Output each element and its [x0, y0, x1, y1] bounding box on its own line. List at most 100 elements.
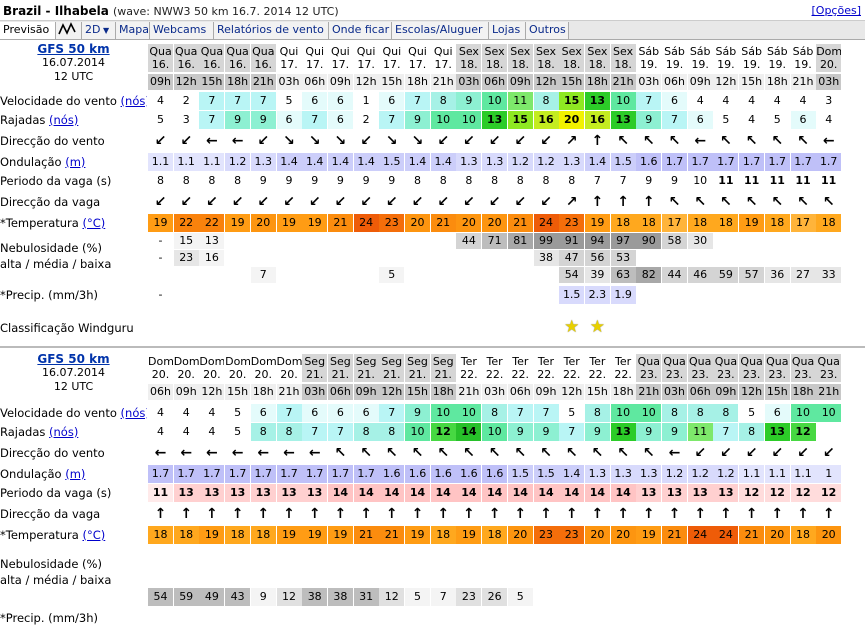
hour-cell: 09h [353, 384, 379, 400]
day-date: 21. [331, 368, 350, 381]
wave-period-2-cell: 14 [610, 484, 636, 502]
cloud-low-2-cell [791, 588, 816, 606]
wave-period-cell: 9 [302, 172, 328, 190]
wave-period-2-label-text: Periodo da vaga (s) [0, 486, 112, 500]
cloud-low-cell [174, 267, 199, 283]
swell-2-cell: 1.4 [559, 465, 585, 483]
wave-direction-arrow-icon: ↗ [565, 194, 578, 210]
day-cell: Ter 22. [507, 354, 533, 382]
gusts-2-unit-link[interactable]: (nós) [49, 425, 78, 439]
wave-period-2-cell: 14 [482, 484, 508, 502]
temperature-2-cell: 20 [610, 526, 636, 544]
cloud-low-cell: 63 [610, 267, 636, 283]
cloud-low-2-cell: 49 [199, 588, 225, 606]
day-cell: Qui 17. [430, 44, 456, 72]
temperature-unit-link[interactable]: (°C) [82, 216, 105, 230]
wind-speed-unit-link[interactable]: (nós) [121, 94, 147, 108]
cloud-low-2-cell: 31 [353, 588, 379, 606]
hour-cell: 21h [250, 74, 276, 90]
swell-2-cell: 1.1 [764, 465, 790, 483]
cloud-low-cell [354, 267, 379, 283]
wind-direction-arrow-icon: ← [822, 133, 835, 149]
temperature-cell: 24 [353, 214, 379, 232]
wind-speed-2-cell: 8 [662, 404, 687, 422]
day-name: Sáb [766, 45, 788, 58]
day-cell: Dom 20. [173, 354, 199, 382]
day-date: 19. [768, 58, 787, 71]
cloud-mid-cell [302, 250, 327, 266]
tab-previsao[interactable]: Previsão [0, 22, 56, 39]
swell-2-unit-link[interactable]: (m) [65, 467, 85, 481]
day-name: Dom [173, 355, 199, 368]
temperature-cell: 17 [790, 214, 816, 232]
hour-cell: 03h [302, 384, 328, 400]
tab-escolas[interactable]: Escolas/Aluguer [392, 22, 489, 39]
cloud-low-2-cell: 7 [430, 588, 456, 606]
hour-cell: 06h [148, 384, 173, 400]
wave-period-cell: 11 [739, 172, 765, 190]
wave-period-2-cell: 13 [687, 484, 713, 502]
wave-direction-arrow-icon: ↖ [668, 194, 681, 210]
tab-2d[interactable]: 2D ▼ [82, 22, 116, 39]
hour-cell: 12h [533, 74, 559, 90]
swell-unit-link[interactable]: (m) [65, 155, 85, 169]
wind-speed-2-cell: 10 [816, 404, 842, 422]
temperature-2-unit-link[interactable]: (°C) [82, 528, 105, 542]
wind-direction-2-arrow-icon: ↖ [360, 445, 372, 461]
cloud-low-cell [199, 267, 224, 283]
day-name: Sex [458, 45, 479, 58]
cloud-mid-cell [379, 250, 404, 266]
options-link[interactable]: [Opções] [812, 4, 862, 17]
wind-direction-arrow-icon: ↙ [257, 133, 270, 149]
wave-direction-arrow-icon: ↙ [206, 194, 218, 210]
tab-outros[interactable]: Outros [526, 22, 569, 39]
gusts-2-cell: 9 [507, 423, 533, 441]
day-date: 23. [640, 368, 658, 381]
wind-direction-label-text: Direcção do vento [0, 134, 105, 148]
swell-cell: 1.4 [327, 153, 353, 171]
graph-icon[interactable] [56, 22, 82, 39]
tab-relatorios[interactable]: Relatórios de vento [214, 22, 329, 39]
wind-speed-2-unit-link[interactable]: (nós) [121, 406, 147, 420]
wind-direction-2-arrow-icon: ↖ [411, 445, 424, 461]
wind-direction-2-arrow-icon: ↖ [514, 445, 527, 461]
temperature-2-cell: 18 [225, 526, 251, 544]
tab-webcams[interactable]: Webcams [150, 22, 214, 39]
day-date: 18. [511, 58, 530, 71]
day-date: 16. [177, 58, 195, 71]
tab-mapa[interactable]: Mapa [116, 22, 150, 39]
wind-direction-arrow-icon: ↙ [540, 133, 552, 149]
tab-lojas[interactable]: Lojas [489, 22, 526, 39]
cloud-mid-cell [816, 250, 841, 266]
day-cell: Dom 20. [816, 44, 842, 72]
cloud-low-cell [431, 267, 456, 283]
cloud-low-2-cell: 12 [379, 588, 405, 606]
wind-speed-2-cell: 4 [173, 404, 199, 422]
wind-speed-2-cell: 6 [327, 404, 353, 422]
model-link[interactable]: GFS 50 km [0, 352, 147, 366]
model-link[interactable]: GFS 50 km [0, 42, 147, 56]
cloud-low-cell: 36 [764, 267, 790, 283]
day-date: 22. [460, 368, 478, 381]
gusts-cell: 10 [456, 111, 482, 129]
day-date: 17. [331, 58, 350, 71]
wind-speed-cell: 4 [713, 92, 739, 110]
tab-onde-ficar[interactable]: Onde ficar [329, 22, 392, 39]
wind-speed-cell: 11 [507, 92, 533, 110]
wind-direction-arrow-icon: ↖ [797, 133, 809, 149]
wind-speed-cell: 5 [276, 92, 302, 110]
gusts-2-cell: 10 [482, 423, 508, 441]
wind-speed-cell: 7 [199, 92, 225, 110]
cloud-mid-cell [277, 250, 302, 266]
gusts-unit-link[interactable]: (nós) [49, 113, 78, 127]
hour-cell: 18h [790, 384, 816, 400]
wind-speed-cell: 1 [353, 92, 379, 110]
day-name: Ter [460, 355, 477, 368]
wind-direction-arrow-icon: ↖ [720, 133, 732, 149]
gusts-cell: 20 [559, 111, 585, 129]
wave-period-cell: 11 [790, 172, 816, 190]
gusts-cell: 9 [636, 111, 662, 129]
day-cell: Qui 17. [405, 44, 430, 72]
cloud-mid-cell [688, 250, 713, 266]
day-date: 22. [562, 368, 581, 381]
